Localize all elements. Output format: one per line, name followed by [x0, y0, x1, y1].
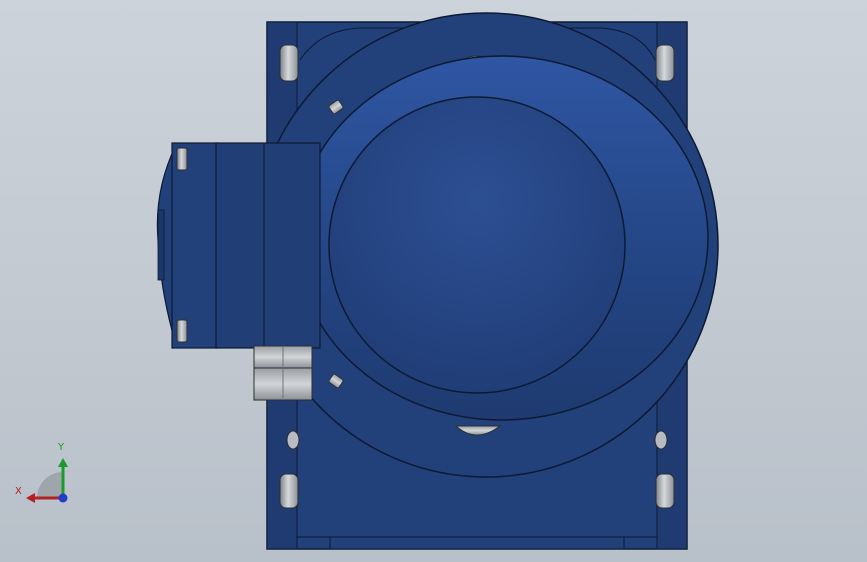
cover-face[interactable] [328, 96, 626, 394]
gearbox-model[interactable] [0, 0, 867, 562]
triad-graphic [26, 458, 68, 503]
z-axis-dot [58, 493, 68, 503]
x-axis-label: X [15, 486, 22, 497]
graphics-viewport[interactable]: Y X [0, 0, 867, 562]
y-axis-label: Y [58, 442, 65, 453]
side-hole-left [286, 430, 300, 450]
adapter-bolt-bottom [176, 319, 188, 343]
adapter-bolt-top [176, 147, 188, 171]
housing-bolt-top-right [655, 44, 675, 82]
hex-fitting [253, 345, 313, 401]
housing-bolt-bottom-left [279, 473, 299, 509]
motor-adapter[interactable] [156, 142, 321, 349]
housing-bolt-bottom-right [655, 473, 675, 509]
side-hole-right [654, 430, 668, 450]
view-orientation-triad[interactable]: Y X [10, 440, 80, 510]
housing-bolt-top-left [279, 44, 299, 82]
